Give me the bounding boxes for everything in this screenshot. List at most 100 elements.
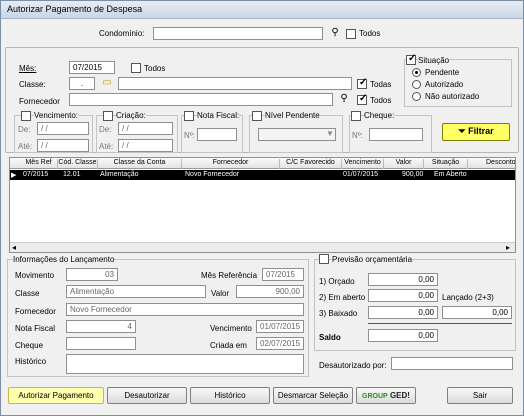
condominio-todos-checkbox[interactable]	[346, 29, 356, 39]
classe-code-input[interactable]: .	[69, 77, 95, 90]
criacao-de-input[interactable]: / /	[118, 122, 173, 135]
mes-todos-label: Todos	[144, 64, 166, 73]
col-desconto[interactable]: Desconto	[468, 159, 515, 169]
folder-icon[interactable]: ▭	[99, 77, 115, 90]
situacao-autorizado-radio[interactable]	[412, 80, 421, 89]
condominio-input[interactable]	[153, 27, 323, 40]
col-cod-classe[interactable]: Cód. Classe	[58, 159, 98, 169]
desautorizado-input[interactable]	[391, 357, 513, 370]
filtrar-label: Filtrar	[468, 126, 494, 136]
mes-input[interactable]: 07/2015	[69, 61, 115, 74]
historico-button[interactable]: Histórico	[190, 387, 270, 404]
criada-em-label: Criada em	[210, 341, 247, 350]
lancado-input[interactable]: 0,00	[442, 306, 512, 319]
cheque-no-label: Nº:	[352, 131, 363, 140]
valor-label: Valor	[211, 289, 230, 298]
mes-referencia-label: Mês Referência	[201, 271, 258, 280]
lanc-nota-fiscal-input[interactable]: 4	[66, 320, 136, 333]
scroll-left-icon[interactable]: ◂	[12, 243, 16, 252]
scroll-right-icon[interactable]: ▸	[506, 243, 510, 252]
condominio-todos-label: Todos	[359, 29, 381, 38]
orcado-label: 1) Orçado	[319, 277, 355, 286]
previsao-title: Previsão orçamentária	[332, 255, 413, 264]
sair-button[interactable]: Sair	[447, 387, 513, 404]
chevron-down-icon[interactable]: ▼	[326, 129, 334, 138]
saldo-input[interactable]: 0,00	[368, 329, 438, 342]
lancado-label: Lançado (2+3)	[442, 293, 494, 302]
cheque-checkbox[interactable]	[351, 111, 361, 121]
previsao-checkbox[interactable]	[319, 254, 329, 264]
lanc-fornecedor-label: Fornecedor	[15, 307, 56, 316]
condominio-label: Condomínio:	[99, 29, 145, 38]
situacao-pendente-radio[interactable]	[412, 68, 421, 77]
horizontal-scrollbar[interactable]: ◂ ▸	[10, 242, 515, 252]
cell-mes-ref: 07/2015	[23, 171, 49, 178]
baixado-input[interactable]: 0,00	[368, 306, 438, 319]
col-valor[interactable]: Valor	[384, 159, 424, 169]
nota-fiscal-checkbox[interactable]	[184, 111, 194, 121]
valor-input[interactable]: 900,00	[236, 285, 304, 298]
lanc-vencimento-label: Vencimento	[210, 324, 252, 333]
situacao-nao-autorizado-radio[interactable]	[412, 92, 421, 101]
group-ged-button[interactable]: GROUP GED!	[356, 387, 416, 404]
lanc-cheque-input[interactable]	[66, 337, 136, 350]
vencimento-checkbox[interactable]	[21, 111, 31, 121]
vencimento-ate-input[interactable]: / /	[37, 139, 89, 152]
classe-input[interactable]	[118, 77, 352, 90]
lanc-classe-label: Classe	[15, 289, 40, 298]
window-title: Autorizar Pagamento de Despesa	[1, 1, 523, 19]
col-cc-favorecido[interactable]: C/C Favorecido	[280, 159, 342, 169]
fornecedor-input[interactable]	[69, 93, 333, 106]
baixado-label: 3) Baixado	[319, 309, 358, 318]
col-classe-conta[interactable]: Classe da Conta	[98, 159, 182, 169]
col-fornecedor[interactable]: Fornecedor	[182, 159, 280, 169]
nota-fiscal-input[interactable]	[197, 128, 237, 141]
fornecedor-binoculars-icon[interactable]: ⚲	[336, 93, 352, 106]
cheque-input[interactable]	[369, 128, 423, 141]
autorizar-pagamento-button[interactable]: Autorizar Pagamento	[8, 387, 104, 404]
desautorizar-button[interactable]: Desautorizar	[107, 387, 187, 404]
criacao-checkbox[interactable]	[103, 111, 113, 121]
cell-classe-conta: Alimentação	[100, 171, 139, 178]
lanc-cheque-label: Cheque	[15, 341, 44, 350]
cheque-label: Cheque:	[364, 111, 395, 120]
situacao-checkbox[interactable]	[406, 53, 416, 65]
criacao-ate-input[interactable]: / /	[118, 139, 173, 152]
filtrar-button[interactable]: ⏷ Filtrar	[442, 123, 510, 141]
desautorizado-label: Desautorizado por:	[319, 361, 387, 370]
cell-fornecedor: Novo Fornecedor	[185, 171, 240, 178]
classe-todas-label: Todas	[370, 80, 392, 89]
historico-input[interactable]	[66, 354, 304, 374]
classe-todas-checkbox[interactable]	[357, 77, 367, 89]
filter-icon: ⏷	[458, 126, 466, 136]
cell-vencimento: 01/07/2015	[343, 171, 379, 178]
lanc-classe-input[interactable]: Alimentação	[66, 285, 206, 298]
despesas-table[interactable]: Mês Ref Cód. Classe Classe da Conta Forn…	[9, 157, 516, 253]
orcado-input[interactable]: 0,00	[368, 273, 438, 286]
nivel-pendente-select[interactable]	[258, 128, 336, 141]
nivel-pendente-checkbox[interactable]	[252, 111, 262, 121]
vencimento-de-input[interactable]: / /	[37, 122, 89, 135]
lanc-fornecedor-input[interactable]: Novo Fornecedor	[66, 303, 304, 316]
group-label: GROUP	[362, 393, 388, 400]
autorizar-pagamento-window: Autorizar Pagamento de Despesa Condomíni…	[0, 0, 524, 416]
desmarcar-selecao-button[interactable]: Desmarcar Seleção	[273, 387, 353, 404]
lanc-vencimento-input[interactable]: 01/07/2015	[256, 320, 304, 333]
col-vencimento[interactable]: Vencimento	[342, 159, 384, 169]
binoculars-icon[interactable]: ⚲	[327, 27, 343, 40]
ged-label: GED!	[389, 391, 410, 400]
table-row[interactable]: ▶ 07/2015 12.01 Alimentação Novo Fornece…	[10, 170, 515, 180]
fornecedor-todos-checkbox[interactable]	[357, 93, 367, 105]
movimento-input[interactable]: 03	[66, 268, 118, 281]
col-situacao[interactable]: Situação	[424, 159, 468, 169]
em-aberto-input[interactable]: 0,00	[368, 289, 438, 302]
cell-situacao: Em Aberto	[434, 171, 467, 178]
lancamento-title: Informações do Lançamento	[13, 255, 115, 264]
col-mes-ref[interactable]: Mês Ref	[20, 159, 58, 169]
situacao-label: Situação	[418, 56, 450, 65]
mes-referencia-input[interactable]: 07/2015	[262, 268, 304, 281]
mes-todos-checkbox[interactable]	[131, 63, 141, 73]
criada-em-input[interactable]: 02/07/2015	[256, 337, 304, 350]
cell-cod-classe: 12.01	[63, 171, 81, 178]
situacao-nao-autorizado-label: Não autorizado	[425, 92, 480, 101]
